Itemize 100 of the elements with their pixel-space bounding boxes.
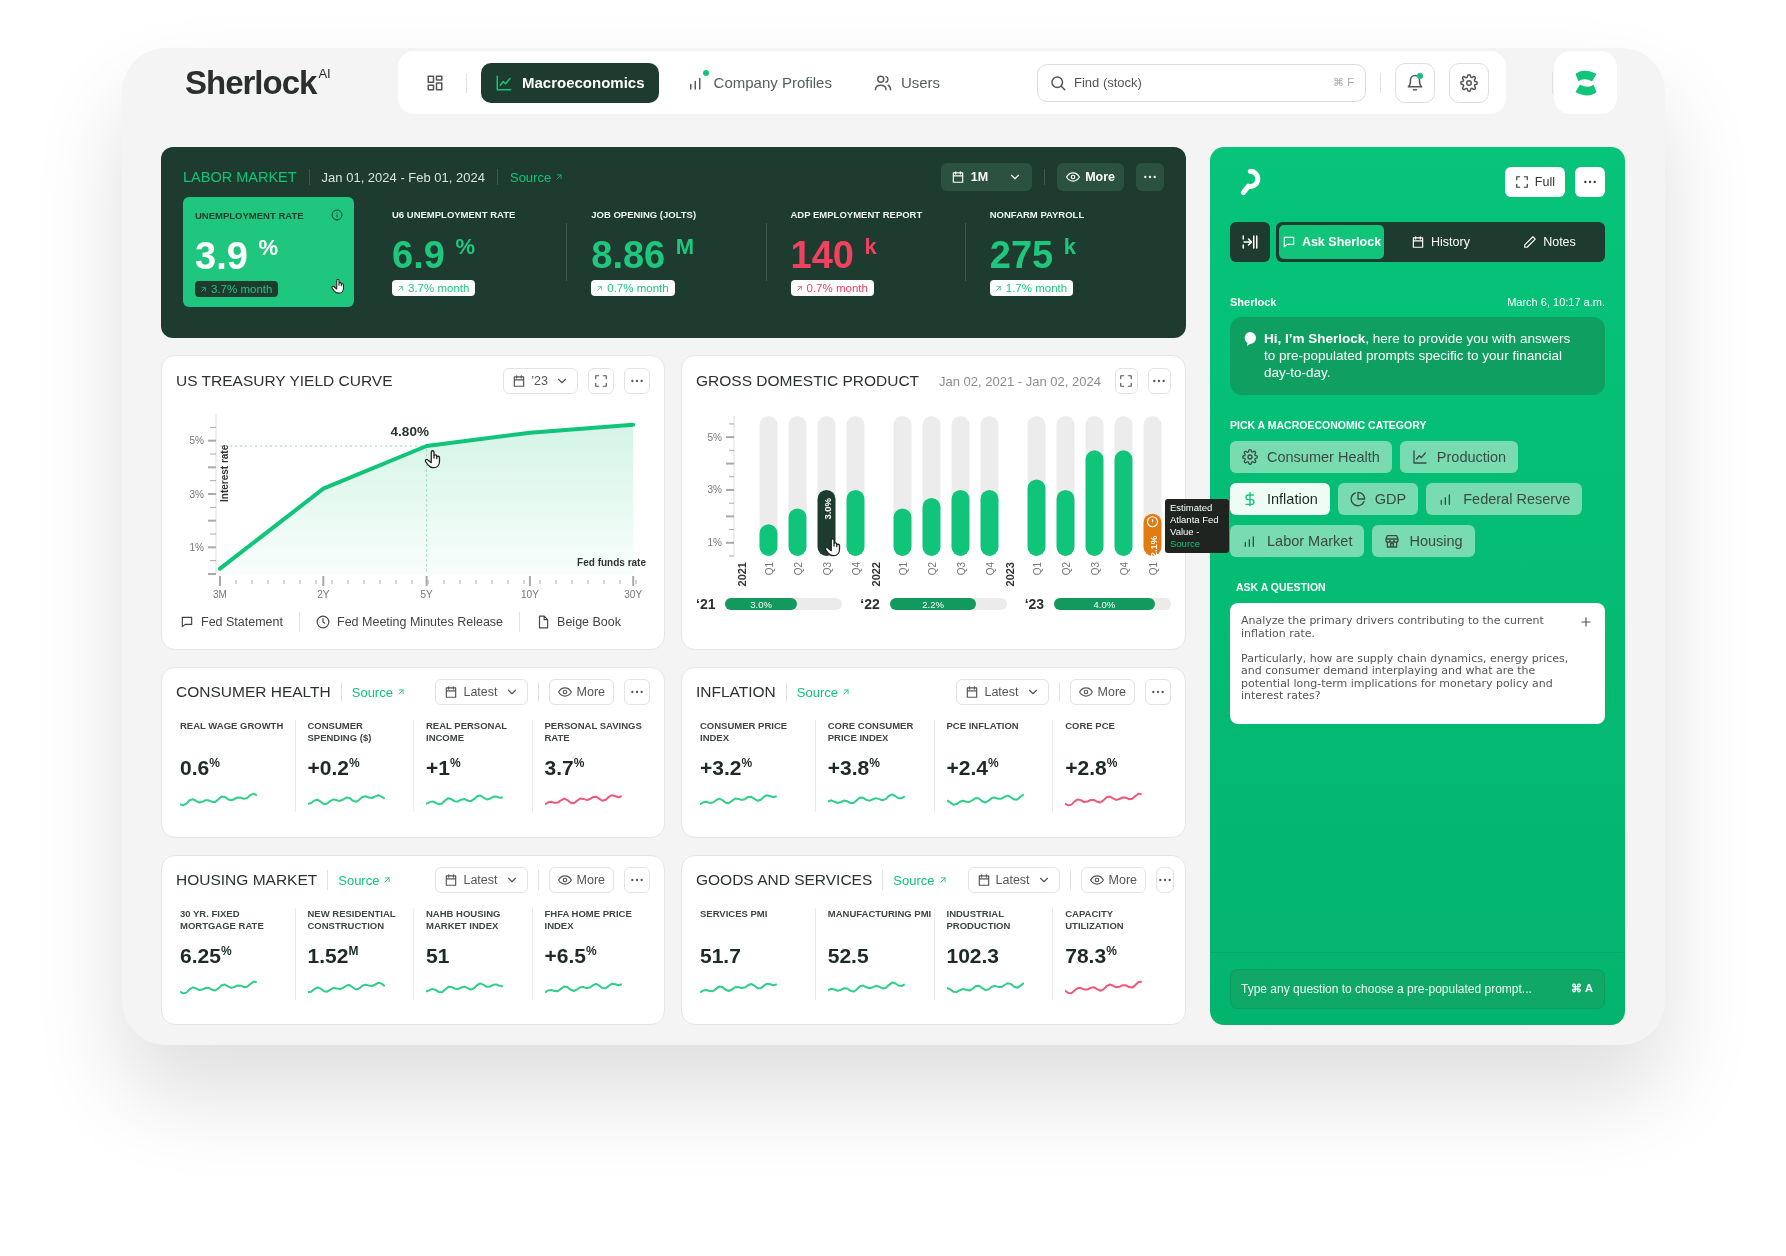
progress-value: 4.0% bbox=[1093, 598, 1116, 610]
nav-tab[interactable]: Macroeconomics bbox=[481, 62, 659, 103]
metric-value: +0.2$^{%}$ bbox=[307, 756, 361, 780]
metric-label: CONSUMER SPENDING ($) bbox=[307, 720, 373, 744]
metric-label: PERSONAL SAVINGS RATE bbox=[544, 720, 643, 744]
options-button[interactable] bbox=[1145, 679, 1171, 705]
pie-chart-icon bbox=[1349, 491, 1366, 507]
options-button[interactable] bbox=[624, 368, 650, 394]
bar-label: 3.0% bbox=[821, 497, 833, 520]
nav-tab[interactable]: Users bbox=[859, 62, 955, 103]
change-badge: 1.7% month bbox=[989, 280, 1074, 296]
resource-link[interactable]: Fed Statement bbox=[180, 615, 283, 629]
metric-label: JOB OPENING (JOLTS) bbox=[591, 209, 697, 220]
date-range: Jan 02, 2021 - Jan 02, 2024 bbox=[939, 373, 1101, 389]
more-button[interactable]: More bbox=[1080, 867, 1147, 893]
settings-button[interactable] bbox=[1449, 62, 1489, 103]
tick-label: Q1 bbox=[1031, 562, 1043, 576]
metric-label: CORE CONSUMER PRICE INDEX bbox=[827, 720, 915, 744]
metric-card[interactable]: JOB OPENING (JOLTS) 8.86 $^{M}$ 0.7% month bbox=[567, 197, 766, 293]
source-link[interactable]: Source bbox=[509, 169, 565, 185]
options-button[interactable] bbox=[1156, 867, 1175, 893]
nav-tab[interactable]: Company Profiles bbox=[672, 62, 846, 103]
metric-card[interactable]: NONFARM PAYROLL 275 $^{k}$ 1.7% month bbox=[965, 197, 1164, 293]
metric-label: REAL PERSONAL INCOME bbox=[426, 720, 508, 744]
year-label: ‘21 bbox=[696, 596, 716, 612]
progress-value: 2.2% bbox=[922, 598, 944, 610]
metric-label: REAL WAGE GROWTH bbox=[180, 720, 285, 733]
metric-card[interactable]: U6 UNEMPLOYMENT RATE 6.9 $^{%}$ 3.7% month bbox=[368, 197, 567, 293]
category-chip[interactable]: Inflation bbox=[1230, 483, 1330, 515]
metric-value: 51 bbox=[426, 944, 451, 968]
source-link[interactable]: Source bbox=[1170, 538, 1201, 549]
eye-icon bbox=[557, 685, 572, 699]
metric-label: NAHB HOUSING MARKET INDEX bbox=[426, 908, 502, 932]
layout-icon bbox=[426, 73, 444, 92]
category-chip[interactable]: Labor Market bbox=[1230, 525, 1365, 557]
options-button[interactable] bbox=[1575, 167, 1605, 197]
notifications-button[interactable] bbox=[1395, 62, 1435, 103]
app-switcher-button[interactable] bbox=[1554, 51, 1617, 114]
expand-button[interactable] bbox=[1114, 368, 1138, 394]
metric-value: +2.8$^{%}$ bbox=[1065, 756, 1119, 780]
dollar-icon bbox=[1242, 491, 1258, 507]
tick-label: Q3 bbox=[955, 562, 967, 576]
eye-icon bbox=[1089, 873, 1104, 887]
year-dropdown[interactable]: ’23 bbox=[503, 368, 578, 394]
category-chip[interactable]: GDP bbox=[1337, 483, 1419, 515]
metric-value: +2.4$^{%}$ bbox=[946, 756, 1000, 780]
fullscreen-button[interactable]: Full bbox=[1504, 167, 1565, 197]
resource-link[interactable]: Fed Meeting Minutes Release bbox=[316, 615, 504, 629]
expand-button[interactable] bbox=[588, 368, 614, 394]
resource-link[interactable]: Beige Book bbox=[536, 615, 621, 629]
fed-value-tooltip: Estimated Atlanta Fed Value - Source bbox=[1165, 499, 1229, 553]
more-button[interactable]: More bbox=[548, 867, 614, 893]
timestamp: March 6, 10:17 a.m. bbox=[1507, 296, 1605, 308]
panel-title: LABOR MARKET bbox=[183, 169, 297, 185]
card-title: US TREASURY YIELD CURVE bbox=[176, 372, 393, 390]
tab[interactable]: Notes bbox=[1497, 225, 1602, 259]
category-chip[interactable]: Housing bbox=[1372, 525, 1475, 557]
more-button[interactable]: More bbox=[548, 679, 614, 705]
arrow-up-right-icon bbox=[595, 283, 605, 293]
tab[interactable]: History bbox=[1388, 225, 1493, 259]
tick-label: 3% bbox=[189, 488, 204, 500]
period-dropdown[interactable]: Latest bbox=[967, 867, 1060, 893]
question-field[interactable]: Analyze the primary drivers contributing to the current inflation rate. Particularly, how are supply chain dynamics, energy prices, and consumer demand interplaying and what are the potential long-term implications for monetary policy and interest rates? bbox=[1230, 603, 1605, 724]
message-text: Hi, I’m Sherlock, here to provide you with answers to pre-populated prompts specific to your financial day-to-day. bbox=[1264, 330, 1572, 381]
card-title: CONSUMER HEALTH bbox=[176, 683, 331, 701]
tick-label: Q4 bbox=[984, 562, 996, 576]
metric-value: +1$^{%}$ bbox=[426, 756, 462, 780]
category-chip[interactable]: Federal Reserve bbox=[1426, 483, 1583, 515]
period-dropdown[interactable]: Latest bbox=[956, 679, 1049, 705]
options-button[interactable] bbox=[624, 867, 650, 893]
options-button[interactable] bbox=[624, 679, 650, 705]
speech-bubble-icon bbox=[1281, 235, 1296, 249]
metric-label: MANUFACTURING PMI bbox=[827, 908, 932, 921]
period-dropdown[interactable]: Latest bbox=[435, 867, 528, 893]
metric-label: NONFARM PAYROLL bbox=[989, 209, 1085, 220]
period-dropdown[interactable]: 1M bbox=[940, 163, 1033, 191]
axis-title: Interest rate bbox=[219, 444, 230, 502]
more-button[interactable]: More bbox=[1057, 163, 1124, 191]
more-button[interactable]: More bbox=[1069, 679, 1135, 705]
sidebar-toggle-button[interactable] bbox=[1230, 222, 1270, 262]
expand-icon bbox=[1119, 374, 1134, 388]
category-chip[interactable]: Production bbox=[1399, 441, 1519, 473]
metric-card[interactable]: UNEMPLOYMENT RATE 3.9 $^{%}$ 3.7% month bbox=[183, 197, 354, 307]
options-button[interactable] bbox=[1136, 163, 1164, 191]
search-icon bbox=[1049, 73, 1067, 92]
options-button[interactable] bbox=[1147, 368, 1171, 394]
metric-label: SERVICES PMI bbox=[700, 908, 769, 921]
metric-value: +3.8$^{%}$ bbox=[827, 756, 881, 780]
pencil-icon bbox=[1523, 235, 1538, 249]
info-icon bbox=[331, 209, 343, 221]
metric-card[interactable]: ADP EMPLOYMENT REPORT 140 $^{k}$ 0.7% month bbox=[766, 197, 965, 293]
metric-label: PCE INFLATION bbox=[946, 720, 1020, 733]
tick-label: Q4 bbox=[850, 562, 862, 576]
period-dropdown[interactable]: Latest bbox=[435, 679, 528, 705]
calendar-icon bbox=[512, 374, 527, 388]
metric-value: +6.5$^{%}$ bbox=[544, 944, 598, 968]
bell-icon bbox=[1406, 73, 1424, 92]
brand-name: Sherlock bbox=[185, 63, 317, 102]
category-chip[interactable]: Consumer Health bbox=[1230, 441, 1392, 473]
metric-label: CAPACITY UTILIZATION bbox=[1065, 908, 1125, 932]
